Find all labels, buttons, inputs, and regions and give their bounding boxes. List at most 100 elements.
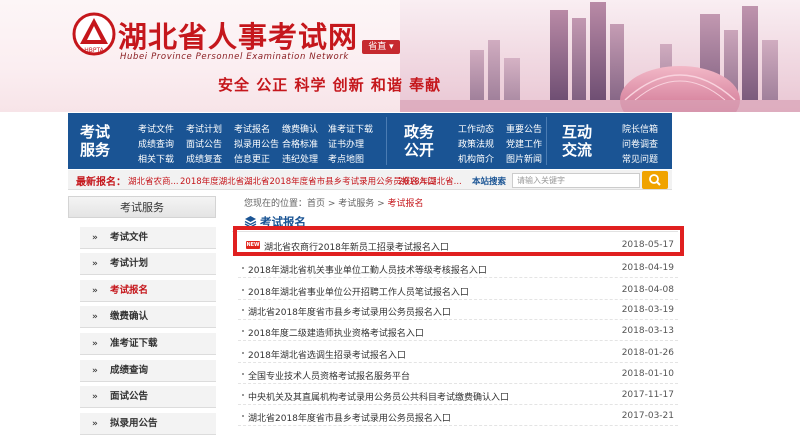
- list-item[interactable]: 湖北省2018年度省市县乡考试录用公务员报名入口 2017-03-21: [238, 406, 678, 426]
- list-item-title[interactable]: 2018年湖北省选调生招录考试报名入口: [248, 348, 406, 361]
- list-item-date: 2018-04-19: [621, 263, 674, 273]
- list-item[interactable]: 中央机关及其直属机构考试录用公务员公共科目考试缴费确认入口 2017-11-17: [238, 385, 678, 405]
- sidebar-item-payment-confirm[interactable]: » 缴费确认: [80, 306, 216, 328]
- nav-link-registration[interactable]: 考试报名: [234, 122, 270, 135]
- site-header: HBPTA 湖北省人事考试网 Hubei Province Personnel …: [0, 0, 800, 112]
- bullet-dot: [242, 309, 244, 311]
- nav-link-exam-files[interactable]: 考试文件: [138, 122, 174, 135]
- ticker-link[interactable]: 2018年度湖北省...: [180, 175, 252, 187]
- sidebar-item-label: 拟录用公告: [110, 418, 158, 429]
- nav-section-title-line: 服务: [79, 141, 110, 159]
- bullet-dot: [242, 330, 244, 332]
- nav-link-party-work[interactable]: 党建工作: [506, 137, 542, 150]
- nav-link-survey[interactable]: 问卷调查: [622, 137, 658, 150]
- nav-link-payment-confirm[interactable]: 缴费确认: [282, 122, 318, 135]
- bullet-dot: [242, 394, 244, 396]
- sidebar-item-hiring-notice[interactable]: » 拟录用公告: [80, 413, 216, 435]
- nav-section-title[interactable]: 互动 交流: [554, 123, 600, 159]
- nav-link-violation[interactable]: 违纪处理: [282, 152, 318, 165]
- nav-link-important-notice[interactable]: 重要公告: [506, 122, 542, 135]
- list-item[interactable]: 2018年湖北省机关事业单位工勤人员技术等级考核报名入口 2018-04-19: [238, 258, 678, 278]
- sidebar-item-score-query[interactable]: » 成绩查询: [80, 360, 216, 382]
- list-item-date: 2017-03-21: [621, 411, 674, 421]
- nav-link-policy[interactable]: 政策法规: [458, 137, 494, 150]
- double-chevron-right-icon: »: [92, 312, 98, 322]
- nav-link-certificate[interactable]: 证书办理: [328, 137, 364, 150]
- site-subtitle: Hubei Province Personnel Examination Net…: [120, 52, 349, 62]
- nav-link-score-query[interactable]: 成绩查询: [138, 137, 174, 150]
- city-skyline-banner: [400, 0, 800, 112]
- site-search-label: 本站搜索: [472, 177, 507, 187]
- sidebar-item-label: 考试文件: [110, 232, 149, 243]
- list-item-date: 2018-04-08: [621, 285, 674, 295]
- site-search-button[interactable]: [642, 171, 668, 189]
- bullet-dot: [242, 415, 244, 417]
- nav-link-photo-news[interactable]: 图片新闻: [506, 152, 542, 165]
- breadcrumb-path[interactable]: 您现在的位置：首页 > 考试服务 >: [244, 199, 388, 209]
- nav-link-faq[interactable]: 常见问题: [622, 152, 658, 165]
- list-item-title[interactable]: 2018年湖北省事业单位公开招聘工作人员笔试报名入口: [248, 285, 469, 298]
- bullet-dot: [242, 289, 244, 291]
- breadcrumb-current: 考试报名: [387, 199, 424, 209]
- double-chevron-right-icon: »: [92, 392, 98, 402]
- breadcrumb: 您现在的位置：首页 > 考试服务 > 考试报名: [244, 196, 424, 209]
- nav-link-hiring-notice[interactable]: 拟录用公告: [234, 137, 279, 150]
- nav-link-info-correction[interactable]: 信息更正: [234, 152, 270, 165]
- list-item-title[interactable]: 湖北省2018年度省市县乡考试录用公务员报名入口: [248, 305, 451, 318]
- nav-link-work-news[interactable]: 工作动态: [458, 122, 494, 135]
- bullet-dot: [242, 267, 244, 269]
- hbpta-logo-icon[interactable]: HBPTA: [72, 12, 116, 56]
- nav-link-exam-plan[interactable]: 考试计划: [186, 122, 222, 135]
- nav-section-interaction: 互动 交流 院长信箱 问卷调查 常见问题: [550, 113, 670, 169]
- list-item-title[interactable]: 2018年度二级建造师执业资格考试报名入口: [248, 326, 424, 339]
- list-item-title[interactable]: 湖北省2018年度省市县乡考试录用公务员报名入口: [248, 411, 451, 424]
- list-item-date: 2018-03-13: [621, 326, 674, 336]
- site-search-input[interactable]: 请输入关键字: [512, 173, 640, 188]
- search-icon: [649, 174, 661, 186]
- sidebar-item-label: 考试计划: [110, 258, 149, 269]
- region-select-button[interactable]: 省直 ▾: [362, 40, 400, 54]
- main-navigation: 考试 服务 考试文件 考试计划 考试报名 缴费确认 准考证下载 成绩查询 面试公…: [68, 113, 672, 169]
- nav-divider: [546, 117, 547, 165]
- list-item[interactable]: 2018年湖北省事业单位公开招聘工作人员笔试报名入口 2018-04-08: [238, 280, 678, 300]
- nav-link-downloads[interactable]: 相关下载: [138, 152, 174, 165]
- ticker-link[interactable]: 2018年湖北省...: [398, 175, 462, 187]
- logo-emblem-text: HBPTA: [84, 47, 104, 54]
- nav-link-director-mailbox[interactable]: 院长信箱: [622, 122, 658, 135]
- list-item[interactable]: 全国专业技术人员资格考试报名服务平台 2018-01-10: [238, 364, 678, 384]
- nav-section-title-line: 政务: [403, 123, 434, 141]
- ticker-link[interactable]: 湖北省农商...: [128, 175, 179, 187]
- nav-link-exam-map[interactable]: 考点地图: [328, 152, 364, 165]
- sidebar-item-registration[interactable]: » 考试报名: [80, 280, 216, 302]
- sidebar-item-interview-notice[interactable]: » 面试公告: [80, 386, 216, 408]
- sidebar-item-admission-ticket[interactable]: » 准考证下载: [80, 333, 216, 355]
- list-item-date: 2017-11-17: [621, 390, 674, 400]
- list-item-date: 2018-01-10: [621, 369, 674, 379]
- list-item-title[interactable]: 全国专业技术人员资格考试报名服务平台: [248, 369, 410, 382]
- list-item-title[interactable]: 2018年湖北省机关事业单位工勤人员技术等级考核报名入口: [248, 263, 487, 276]
- bullet-dot: [242, 352, 244, 354]
- list-item[interactable]: 2018年度二级建造师执业资格考试报名入口 2018-03-13: [238, 321, 678, 341]
- sidebar-item-exam-plan[interactable]: » 考试计划: [80, 253, 216, 275]
- list-item-date: 2018-03-19: [621, 305, 674, 315]
- nav-section-title-line: 交流: [561, 141, 592, 159]
- nav-section-exam-service: 考试 服务 考试文件 考试计划 考试报名 缴费确认 准考证下载 成绩查询 面试公…: [68, 113, 408, 169]
- double-chevron-right-icon: »: [92, 366, 98, 376]
- nav-link-pass-standard[interactable]: 合格标准: [282, 137, 318, 150]
- nav-section-title[interactable]: 考试 服务: [72, 123, 118, 159]
- sidebar-item-exam-files[interactable]: » 考试文件: [80, 227, 216, 249]
- nav-section-title[interactable]: 政务 公开: [396, 123, 442, 159]
- nav-link-org-intro[interactable]: 机构简介: [458, 152, 494, 165]
- ticker-label: 最新报名：: [76, 177, 126, 188]
- nav-link-score-review[interactable]: 成绩复查: [186, 152, 222, 165]
- list-item[interactable]: 2018年湖北省选调生招录考试报名入口 2018-01-26: [238, 343, 678, 363]
- double-chevron-right-icon: »: [92, 419, 98, 429]
- nav-link-interview-notice[interactable]: 面试公告: [186, 137, 222, 150]
- nav-link-admission-ticket[interactable]: 准考证下载: [328, 122, 373, 135]
- list-item-date: 2018-01-26: [621, 348, 674, 358]
- sidebar-item-label: 成绩查询: [110, 365, 149, 376]
- site-title[interactable]: 湖北省人事考试网: [118, 14, 358, 56]
- list-item[interactable]: 湖北省2018年度省市县乡考试录用公务员报名入口 2018-03-19: [238, 300, 678, 320]
- list-item-title[interactable]: 中央机关及其直属机构考试录用公务员公共科目考试缴费确认入口: [248, 390, 509, 403]
- sidebar-header: 考试服务: [68, 196, 216, 218]
